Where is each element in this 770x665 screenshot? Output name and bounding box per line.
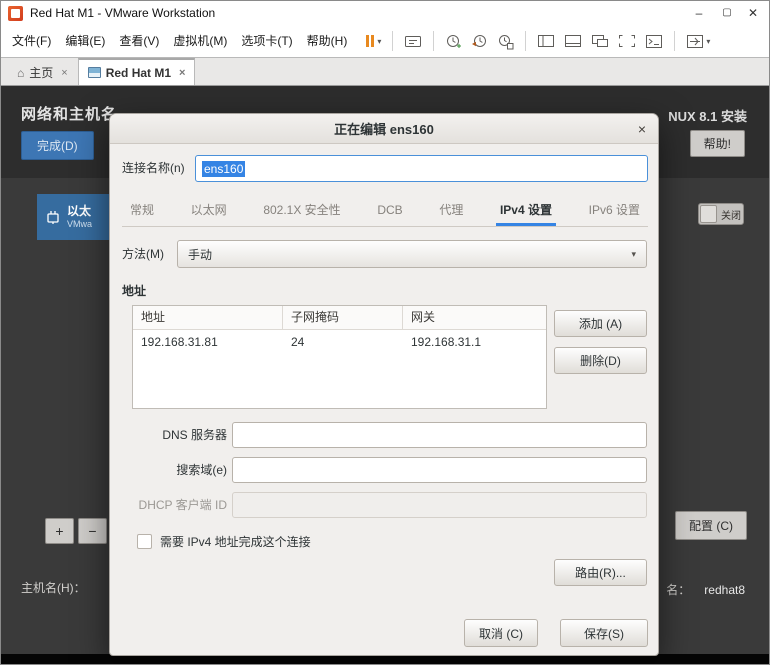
require-ipv4-row: 需要 IPv4 地址完成这个连接 [137,533,311,550]
menu-edit[interactable]: 编辑(E) [58,25,112,57]
method-dropdown[interactable]: 手动 ▾ [177,240,647,268]
current-hostname-label: 名： [666,583,691,597]
ethernet-icon [47,211,59,224]
address-cell[interactable]: 192.168.31.81 [133,330,283,354]
search-domains-input[interactable] [232,457,647,483]
installer-banner: NUX 8.1 安装 [668,109,747,124]
tab-close-icon[interactable]: × [61,67,67,79]
routes-button[interactable]: 路由(R)... [554,559,647,586]
vmware-window: Red Hat M1 - VMware Workstation – ▢ ✕ 文件… [0,0,770,665]
dhcp-client-id-label: DHCP 客户端 ID [138,498,227,512]
minimize-button[interactable]: – [685,2,713,24]
cancel-button[interactable]: 取消 (C) [464,619,538,647]
console-view-button[interactable] [642,32,666,51]
delete-address-button[interactable]: 删除(D) [554,347,647,374]
menu-tabs[interactable]: 选项卡(T) [234,25,299,57]
tab-home[interactable]: ⌂ 主页 × [7,59,78,85]
require-ipv4-checkbox[interactable] [137,534,152,549]
toolbar-separator [525,31,527,51]
column-header-gateway[interactable]: 网关 [403,306,546,330]
pause-button[interactable]: ▾ [362,33,384,49]
require-ipv4-label: 需要 IPv4 地址完成这个连接 [160,535,311,549]
switch-knob [700,205,717,223]
vmware-logo-icon [8,5,23,21]
menubar: 文件(F) 编辑(E) 查看(V) 虚拟机(M) 选项卡(T) 帮助(H) ▾ [1,25,769,58]
home-icon: ⌂ [17,65,25,80]
help-button[interactable]: 帮助! [689,130,745,157]
tab-redhat-m1-label: Red Hat M1 [105,65,172,80]
menu-vm[interactable]: 虚拟机(M) [166,25,234,57]
tab-close-icon[interactable]: × [179,67,185,79]
settings-tabs: 常规 以太网 802.1X 安全性 DCB 代理 IPv4 设置 IPv6 设置 [122,196,648,227]
connection-name-label: 连接名称(n) [122,161,185,175]
add-address-button[interactable]: 添加 (A) [554,310,647,337]
dns-servers-label: DNS 服务器 [162,428,227,442]
configure-button[interactable]: 配置 (C) [675,511,747,540]
revert-snapshot-button[interactable] [468,31,491,52]
remove-device-button[interactable]: − [78,518,107,544]
fullscreen-button[interactable]: ▾ [683,32,713,51]
dialog-header[interactable]: 正在编辑 ens160 × [110,114,658,144]
add-device-button[interactable]: + [45,518,74,544]
tab-ipv4-settings[interactable]: IPv4 设置 [495,196,556,226]
dns-servers-input[interactable] [232,422,647,448]
maximize-button[interactable]: ▢ [713,2,741,24]
installer-section-title: 网络和主机名 [21,106,118,123]
manage-snapshots-button[interactable] [494,31,517,52]
dialog-close-button[interactable]: × [638,120,646,138]
netmask-cell[interactable]: 24 [283,330,403,354]
show-library-button[interactable] [534,32,558,50]
menu-view[interactable]: 查看(V) [112,25,166,57]
take-snapshot-button[interactable] [442,31,465,52]
addresses-title: 地址 [122,284,147,298]
window-title: Red Hat M1 - VMware Workstation [30,6,216,20]
selected-text: ens160 [202,160,246,177]
connection-name-input[interactable]: ens160 [195,155,648,182]
close-window-button[interactable]: ✕ [739,2,767,24]
tab-bar: ⌂ 主页 × Red Hat M1 × [1,58,769,86]
menu-help[interactable]: 帮助(H) [300,25,355,57]
save-button[interactable]: 保存(S) [560,619,648,647]
search-domains-label: 搜索域(e) [176,463,227,477]
titlebar: Red Hat M1 - VMware Workstation – ▢ ✕ [1,1,769,25]
tab-ipv6-settings[interactable]: IPv6 设置 [585,196,644,226]
toolbar: ▾ ▾ [362,31,713,52]
menu-file[interactable]: 文件(F) [5,25,58,57]
gateway-cell[interactable]: 192.168.31.1 [403,330,546,354]
send-ctrl-alt-del-button[interactable] [401,32,425,51]
tab-home-label: 主页 [29,66,54,80]
chevron-down-icon: ▾ [631,248,636,259]
vm-screen-icon [87,67,101,78]
tab-redhat-m1[interactable]: Red Hat M1 × [77,58,196,85]
unity-mode-button[interactable] [588,32,612,50]
tab-8021x-security[interactable]: 802.1X 安全性 [259,196,344,226]
device-detail: VMwa [67,219,93,229]
column-header-address[interactable]: 地址 [133,306,283,330]
tab-dcb[interactable]: DCB [373,196,406,226]
column-header-netmask[interactable]: 子网掩码 [283,306,403,330]
dialog-title: 正在编辑 ens160 [334,122,434,137]
show-thumbnail-bar-button[interactable] [561,32,585,50]
tab-ethernet[interactable]: 以太网 [187,196,231,226]
chevron-down-icon: ▾ [377,36,382,46]
done-button[interactable]: 完成(D) [21,131,94,160]
toolbar-separator [392,31,394,51]
toolbar-separator [674,31,676,51]
tab-general[interactable]: 常规 [126,196,158,226]
edit-connection-dialog: 正在编辑 ens160 × 连接名称(n) ens160 常规 以太网 802.… [109,113,659,656]
hostname-label: 主机名(H)： [21,581,86,595]
method-value: 手动 [188,247,213,262]
method-label: 方法(M) [122,247,164,261]
current-hostname-value: redhat8 [704,583,745,597]
dhcp-client-id-input [232,492,647,518]
chevron-down-icon: ▾ [706,36,711,46]
free-stretch-button[interactable] [615,32,639,50]
current-hostname: 名： redhat8 [666,581,745,598]
switch-off-label: 关闭 [721,210,741,222]
device-name: 以太 [67,204,92,218]
tab-proxy[interactable]: 代理 [435,196,467,226]
toolbar-separator [433,31,435,51]
addresses-table[interactable]: 地址 子网掩码 网关 192.168.31.81 24 192.168.31.1 [132,305,547,409]
device-enable-switch[interactable]: 关闭 [698,203,744,225]
